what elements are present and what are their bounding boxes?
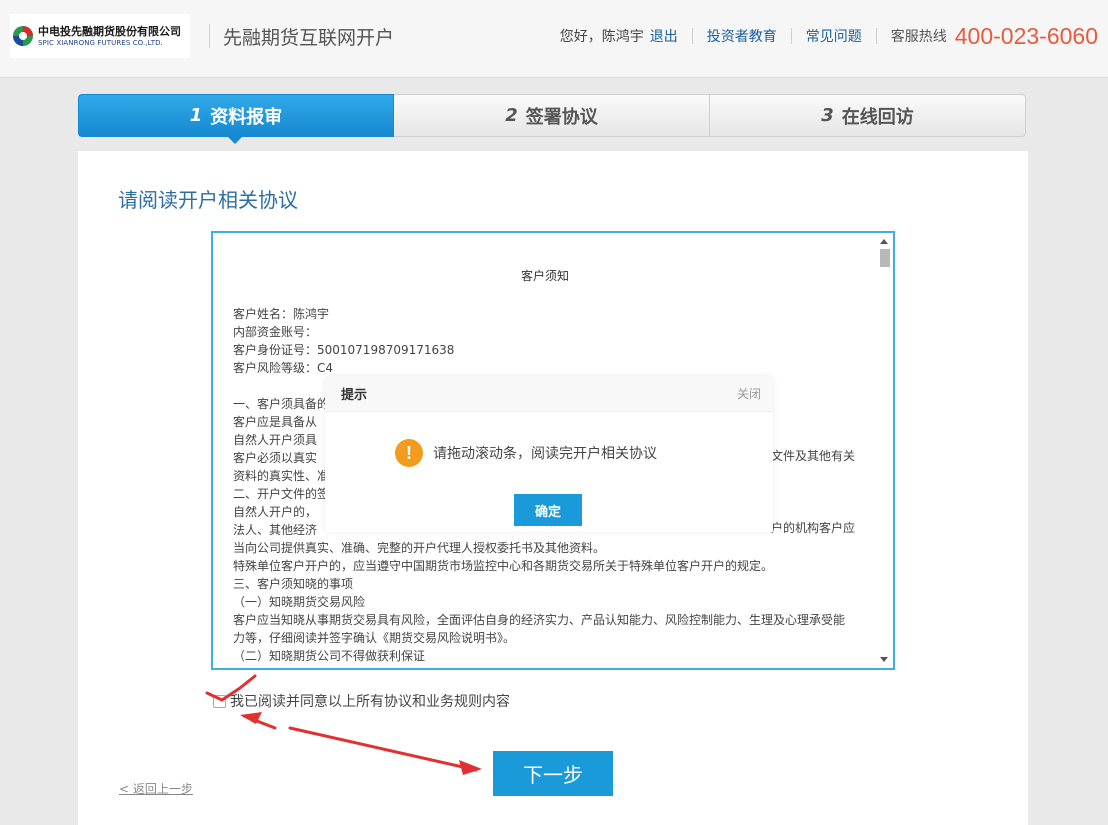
dialog-message: 请拖动滚动条，阅读完开户相关协议 [433,446,657,462]
company-logo: 中电投先融期货股份有限公司 SPIC XIANRONG FUTURES CO.,… [10,14,190,58]
user-greeting: 您好，陈鸿宇 [559,29,644,45]
section-title: 请阅读开户相关协议 [118,188,298,212]
logo-en-text: SPIC XIANRONG FUTURES CO.,LTD. [38,38,163,47]
logout-link[interactable]: 退出 [650,26,678,46]
step-number: 3 [821,105,834,126]
agree-checkbox-row[interactable]: 我已阅读并同意以上所有协议和业务规则内容 [213,691,510,711]
scroll-down-arrow-icon[interactable] [880,657,888,662]
dialog-header: 提示 关闭 [325,376,773,412]
logo-icon [13,26,33,46]
step-number: 1 [189,105,203,126]
faq-link[interactable]: 常见问题 [806,26,862,46]
scroll-thumb[interactable] [880,249,890,267]
header-divider [209,24,210,48]
agreement-fragment: 文件及其他有关 [771,449,856,463]
agreement-line: 三、客户须知晓的事项 [233,577,354,591]
dialog-close-button[interactable]: 关闭 [737,385,761,402]
step-label: 签署协议 [525,106,598,128]
back-link[interactable]: < 返回上一步 [119,780,193,797]
dialog-body: ! 请拖动滚动条，阅读完开户相关协议 [325,439,773,467]
agreement-line: 当向公司提供真实、准确、完整的开户代理人授权委托书及其他资料。 [233,541,606,555]
header-user-nav: 您好，陈鸿宇 退出 投资者教育 常见问题 客服热线 400-023-6060 [560,20,1098,52]
nav-separator [790,28,792,44]
agreement-line: （二）知晓期货公司不得做获利保证 [233,649,426,663]
agreement-line: 客户身份证号：500107198709171638 [233,343,455,357]
tip-dialog: 提示 关闭 ! 请拖动滚动条，阅读完开户相关协议 确定 [325,376,773,532]
step-number: 2 [505,105,518,126]
warning-icon: ! [395,439,423,467]
step-label: 资料报审 [210,106,283,128]
main-panel: 请阅读开户相关协议 客户须知 客户姓名：陈鸿宇 内部资金账号： 客户身份证号：500… [78,151,1028,825]
investor-education-link[interactable]: 投资者教育 [707,26,777,46]
progress-steps: 1 资料报审 2 签署协议 3 在线回访 [78,94,1026,144]
agreement-line: 内部资金账号： [233,325,318,339]
step-sign-agreement: 2 签署协议 [394,94,710,137]
step-online-callback: 3 在线回访 [710,94,1026,137]
agreement-line: 客户姓名：陈鸿宇 [233,307,330,321]
dialog-title: 提示 [341,388,368,403]
site-title: 先融期货互联网开户 [223,27,395,49]
dialog-ok-button[interactable]: 确定 [514,494,582,526]
nav-separator [691,28,693,44]
agreement-scrollbar[interactable] [876,233,893,668]
hotline-number: 400-023-6060 [954,22,1098,49]
logo-cn-text: 中电投先融期货股份有限公司 [38,24,181,38]
agreement-line: 特殊单位客户开户的，应当遵守中国期货市场监控中心和各期货交易所关于特殊单位客户开… [233,559,774,573]
agree-label[interactable]: 我已阅读并同意以上所有协议和业务规则内容 [230,691,510,711]
agreement-line: 力等，仔细阅读并签字确认《期货交易风险说明书》。 [233,631,516,645]
step-document-review: 1 资料报审 [78,94,394,144]
top-header: 中电投先融期货股份有限公司 SPIC XIANRONG FUTURES CO.,… [0,0,1108,78]
next-step-button[interactable]: 下一步 [493,751,613,796]
hotline-label: 客服热线 [890,29,947,45]
agreement-line: （一）知晓期货交易风险 [233,595,366,609]
step-label: 在线回访 [841,106,914,128]
agreement-fragment: 户的机构客户应 [771,521,856,535]
nav-separator [875,28,877,44]
scroll-up-arrow-icon[interactable] [880,239,888,244]
agreement-title: 客户须知 [520,269,569,283]
agreement-line: 客户应当知晓从事期货交易具有风险，全面评估自身的经济实力、产品认知能力、风险控制… [233,613,846,627]
agreement-line: 客户风险等级：C4 [233,361,334,375]
agree-checkbox[interactable] [213,694,226,708]
